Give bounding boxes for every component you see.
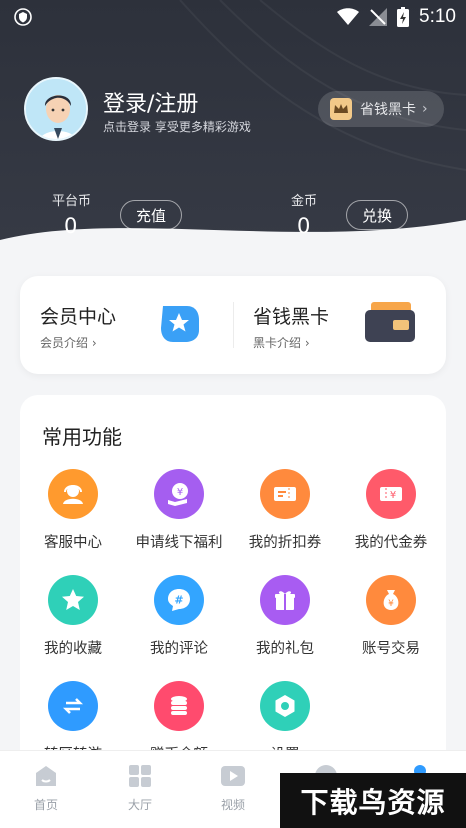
- login-register-link[interactable]: 登录/注册: [103, 86, 198, 118]
- black-card-section[interactable]: 省钱黑卡 黑卡介绍 ›: [233, 276, 446, 374]
- crown-icon: [330, 98, 352, 120]
- member-intro-link[interactable]: 会员介绍 ›: [40, 334, 97, 351]
- member-star-icon: [161, 306, 199, 342]
- voucher-label: 我的代金券: [354, 535, 428, 551]
- gold-coin-value: 0: [297, 214, 311, 238]
- account-trade-item[interactable]: ¥ 账号交易: [338, 575, 444, 658]
- customer-service-item[interactable]: 客服中心: [20, 469, 126, 552]
- welfare-icon: ¥: [154, 469, 204, 519]
- signal-icon: [369, 8, 388, 26]
- star-icon: [48, 575, 98, 625]
- wallet-card-icon: [365, 302, 415, 342]
- clock: 5:10: [419, 6, 456, 27]
- common-functions-card: 常用功能 客服中心 ¥ 申请线下福利 我的折扣券 ¥ 我的代金券 我的收藏 #: [20, 395, 446, 775]
- svg-text:¥: ¥: [390, 490, 396, 501]
- nav-home[interactable]: 首页: [16, 763, 76, 813]
- discount-coupon-item[interactable]: 我的折扣券: [232, 469, 338, 552]
- comments-item[interactable]: # 我的评论: [126, 575, 232, 658]
- favorites-item[interactable]: 我的收藏: [20, 575, 126, 658]
- chevron-right-icon: ›: [91, 336, 97, 350]
- offline-welfare-item[interactable]: ¥ 申请线下福利: [126, 469, 232, 552]
- svg-text:#: #: [174, 594, 183, 607]
- gift-pack-item[interactable]: 我的礼包: [232, 575, 338, 658]
- settings-icon: [260, 681, 310, 731]
- battery-icon: [397, 7, 410, 27]
- watermark: 下载鸟资源: [280, 773, 466, 828]
- recharge-button[interactable]: 充值: [120, 200, 182, 230]
- grid-icon: [129, 765, 151, 787]
- comment-icon: #: [154, 575, 204, 625]
- exchange-button[interactable]: 兑换: [346, 200, 408, 230]
- gift-icon: [260, 575, 310, 625]
- voucher-item[interactable]: ¥ 我的代金券: [338, 469, 444, 552]
- platform-coin-label: 平台币: [52, 194, 92, 209]
- comments-label: 我的评论: [150, 641, 208, 657]
- nav-video[interactable]: 视频: [203, 763, 263, 813]
- svg-text:¥: ¥: [388, 599, 394, 609]
- gold-coin-label: 金币: [291, 194, 318, 209]
- member-center-section[interactable]: 会员中心 会员介绍 ›: [20, 276, 233, 374]
- nav-video-label: 视频: [220, 798, 245, 812]
- nav-home-label: 首页: [33, 798, 58, 812]
- vip-card-label: 省钱黑卡: [360, 102, 416, 118]
- customer-service-icon: [48, 469, 98, 519]
- customer-service-label: 客服中心: [44, 535, 102, 551]
- member-center-title: 会员中心: [40, 306, 117, 328]
- wifi-icon: [337, 8, 360, 25]
- money-bag-icon: ¥: [366, 575, 416, 625]
- nav-hall[interactable]: 大厅: [110, 763, 170, 813]
- coin-stack-icon: [154, 681, 204, 731]
- svg-text:¥: ¥: [177, 487, 183, 498]
- home-icon: [36, 766, 56, 786]
- common-functions-title: 常用功能: [42, 425, 122, 449]
- transfer-icon: [48, 681, 98, 731]
- video-icon: [221, 766, 245, 786]
- chevron-right-icon: ›: [304, 336, 310, 350]
- favorites-label: 我的收藏: [44, 641, 102, 657]
- nav-hall-label: 大厅: [127, 798, 152, 812]
- voucher-icon: ¥: [366, 469, 416, 519]
- discount-coupon-label: 我的折扣券: [248, 535, 322, 551]
- membership-card: 会员中心 会员介绍 › 省钱黑卡 黑卡介绍 ›: [20, 276, 446, 374]
- discount-coupon-icon: [260, 469, 310, 519]
- platform-coin-value: 0: [64, 214, 78, 238]
- vip-card-button[interactable]: 省钱黑卡 ›: [318, 91, 444, 127]
- black-card-intro-label: 黑卡介绍: [253, 336, 302, 350]
- black-card-intro-link[interactable]: 黑卡介绍 ›: [253, 334, 310, 351]
- gift-pack-label: 我的礼包: [256, 641, 314, 657]
- status-bar: 5:10: [0, 0, 466, 34]
- avatar[interactable]: [24, 77, 88, 141]
- member-intro-label: 会员介绍: [40, 336, 89, 350]
- offline-welfare-label: 申请线下福利: [135, 535, 223, 551]
- login-subtitle: 点击登录 享受更多精彩游戏: [103, 120, 251, 134]
- black-card-title: 省钱黑卡: [253, 306, 330, 328]
- shield-icon: [14, 8, 32, 26]
- header-background: [0, 0, 466, 300]
- account-trade-label: 账号交易: [362, 641, 420, 657]
- chevron-right-icon: ›: [422, 101, 428, 117]
